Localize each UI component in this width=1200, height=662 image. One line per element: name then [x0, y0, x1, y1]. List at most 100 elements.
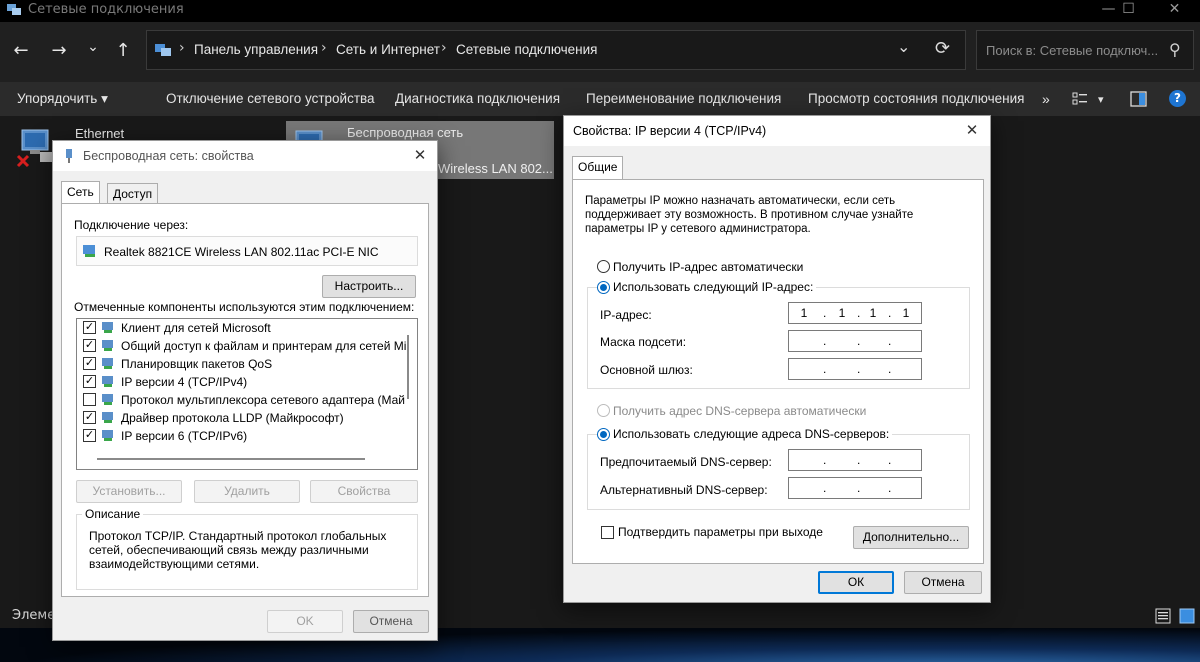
organize-button[interactable]: Упорядочить ▾	[17, 91, 108, 107]
refresh-icon[interactable]: ⟳	[935, 38, 950, 59]
close-button[interactable]: ✕	[961, 120, 983, 142]
search-input[interactable]: Поиск в: Сетевые подключ...	[986, 43, 1158, 58]
auto-dns-radio[interactable]	[597, 404, 610, 417]
forward-arrow-icon[interactable]: →	[46, 40, 72, 64]
view-status-button[interactable]: Просмотр состояния подключения	[808, 91, 1024, 106]
address-dropdown-icon[interactable]: ⌄	[897, 37, 910, 56]
rename-button[interactable]: Переименование подключения	[586, 91, 781, 106]
components-list[interactable]: ✓ Клиент для сетей Microsoft ✓ Общий доступ…	[76, 318, 418, 470]
preferred-dns-field[interactable]: . . .	[788, 449, 922, 471]
component-checkbox[interactable]: ✓	[83, 339, 96, 352]
component-name: Протокол мультиплексора сетевого адаптер…	[121, 393, 405, 407]
ip-dot: .	[857, 334, 861, 348]
ip-dot: .	[823, 334, 827, 348]
cancel-button[interactable]: Отмена	[353, 610, 429, 633]
ip-dot: .	[888, 306, 892, 320]
ip-dot: .	[857, 362, 861, 376]
list-scrollbar-vertical[interactable]	[407, 335, 409, 399]
configure-button[interactable]: Настроить...	[322, 275, 416, 298]
back-arrow-icon[interactable]: ←	[8, 40, 34, 64]
ip-dot: .	[823, 362, 827, 376]
close-button[interactable]: ✕	[409, 145, 431, 167]
disable-device-button[interactable]: Отключение сетевого устройства	[166, 91, 375, 106]
validate-checkbox[interactable]	[601, 526, 614, 539]
search-box[interactable]: Поиск в: Сетевые подключ... ⚲	[976, 30, 1194, 70]
validate-label[interactable]: Подтвердить параметры при выходе	[618, 525, 823, 539]
details-view-icon[interactable]	[1155, 608, 1171, 624]
breadcrumb-separator: ›	[179, 40, 185, 56]
ok-button[interactable]: OK	[267, 610, 343, 633]
list-scrollbar-horizontal[interactable]	[97, 458, 365, 460]
items-count: Элеме	[12, 608, 56, 623]
cancel-button[interactable]: Отмена	[904, 571, 982, 594]
manual-dns-radio[interactable]	[597, 428, 610, 441]
component-icon	[101, 375, 115, 388]
ip-dot: .	[888, 481, 892, 495]
address-bar[interactable]: › Панель управления › Сеть и Интернет › …	[146, 30, 966, 70]
properties-button[interactable]: Свойства	[310, 480, 418, 503]
component-row[interactable]: ✓ IP версии 4 (TCP/IPv4)	[83, 373, 403, 391]
ip-dot: .	[857, 453, 861, 467]
auto-ip-radio[interactable]	[597, 260, 610, 273]
component-checkbox[interactable]: ✓	[83, 375, 96, 388]
component-row[interactable]: ✓ Планировщик пакетов QoS	[83, 355, 403, 373]
auto-dns-label[interactable]: Получить адрес DNS-сервера автоматически	[613, 404, 866, 418]
maximize-button[interactable]: ☐	[1106, 0, 1151, 22]
component-name: IP версии 6 (TCP/IPv6)	[121, 429, 248, 443]
more-commands-button[interactable]: »	[1042, 91, 1050, 107]
ip-group: Использовать следующий IP-адрес: IP-адре…	[587, 280, 970, 389]
diagnose-button[interactable]: Диагностика подключения	[395, 91, 560, 106]
component-checkbox[interactable]: ✓	[83, 411, 96, 424]
tab-general[interactable]: Общие	[572, 156, 624, 180]
tab-network[interactable]: Сеть	[61, 181, 100, 204]
ip-address-field[interactable]: 1 . 1 . 1 . 1	[788, 302, 922, 324]
tab-sharing[interactable]: Доступ	[107, 183, 159, 204]
breadcrumb-separator: ›	[321, 40, 327, 56]
component-row[interactable]: ✓ Клиент для сетей Microsoft	[83, 319, 403, 337]
network-tab-panel: Подключение через: Realtek 8821CE Wirele…	[61, 203, 429, 597]
component-icon	[101, 321, 115, 334]
ip-dot: .	[857, 306, 861, 320]
adapter-field: Realtek 8821CE Wireless LAN 802.11ac PCI…	[76, 236, 418, 266]
manual-ip-label[interactable]: Использовать следующий IP-адрес:	[610, 280, 817, 294]
recent-locations-icon[interactable]: ⌄	[80, 36, 106, 60]
alternate-dns-field[interactable]: . . .	[788, 477, 922, 499]
component-row[interactable]: Протокол мультиплексора сетевого адаптер…	[83, 391, 405, 409]
subnet-mask-field[interactable]: . . .	[788, 330, 922, 352]
preview-pane-icon[interactable]	[1130, 91, 1147, 107]
component-checkbox[interactable]: ✓	[83, 321, 96, 334]
large-icons-view-icon[interactable]	[1179, 608, 1195, 624]
view-dropdown-icon[interactable]: ▾	[1098, 93, 1104, 106]
view-options-icon[interactable]	[1072, 91, 1088, 107]
dialog-title-bar: Беспроводная сеть: свойства ✕	[53, 141, 437, 171]
component-checkbox[interactable]	[83, 393, 96, 406]
ok-button[interactable]: ОК	[818, 571, 894, 594]
component-row[interactable]: ✓ IP версии 6 (TCP/IPv6)	[83, 427, 403, 445]
breadcrumb-control-panel[interactable]: Панель управления	[194, 42, 318, 57]
preferred-dns-label: Предпочитаемый DNS-сервер:	[600, 455, 772, 469]
breadcrumb-network-connections[interactable]: Сетевые подключения	[456, 42, 598, 57]
remove-button[interactable]: Удалить	[194, 480, 300, 503]
close-button[interactable]: ✕	[1152, 0, 1197, 22]
component-checkbox[interactable]: ✓	[83, 429, 96, 442]
command-bar: Упорядочить ▾ Отключение сетевого устрой…	[0, 82, 1200, 116]
breadcrumb-network-internet[interactable]: Сеть и Интернет	[336, 42, 440, 57]
component-checkbox[interactable]: ✓	[83, 357, 96, 370]
component-row[interactable]: ✓ Драйвер протокола LLDP (Майкрософт)	[83, 409, 403, 427]
connection-name: Ethernet	[75, 126, 125, 141]
gateway-field[interactable]: . . .	[788, 358, 922, 380]
manual-ip-radio[interactable]	[597, 281, 610, 294]
connection-device: Wireless LAN 802...	[438, 161, 553, 176]
subnet-mask-label: Маска подсети:	[600, 335, 687, 349]
wireless-properties-dialog: Беспроводная сеть: свойства ✕ Сеть Досту…	[52, 140, 438, 641]
auto-ip-label[interactable]: Получить IP-адрес автоматически	[613, 260, 803, 274]
up-arrow-icon[interactable]: ↑	[110, 40, 136, 64]
manual-dns-label[interactable]: Использовать следующие адреса DNS-сервер…	[610, 427, 893, 441]
description-text: Протокол TCP/IP. Стандартный протокол гл…	[89, 529, 387, 571]
component-row[interactable]: ✓ Общий доступ к файлам и принтерам для с…	[83, 337, 406, 355]
install-button[interactable]: Установить...	[76, 480, 182, 503]
title-bar: Сетевые подключения — ☐ ✕	[0, 0, 1200, 22]
advanced-button[interactable]: Дополнительно...	[853, 526, 969, 549]
search-icon: ⚲	[1169, 40, 1181, 59]
help-icon[interactable]: ?	[1169, 90, 1186, 107]
